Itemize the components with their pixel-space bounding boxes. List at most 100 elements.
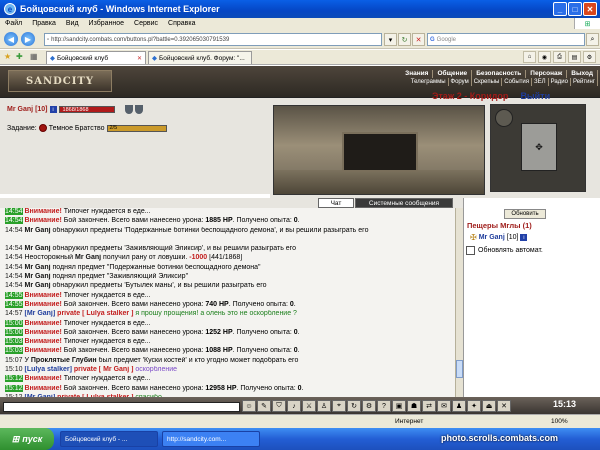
- player-name[interactable]: [Mr Ganj]: [24, 310, 55, 317]
- refresh-chat-icon[interactable]: ↻: [347, 400, 361, 412]
- sound-icon[interactable]: ♪: [287, 400, 301, 412]
- nav-rating[interactable]: Рейтинг: [571, 78, 598, 86]
- friends-icon[interactable]: ♟: [452, 400, 466, 412]
- nav-telegrams[interactable]: Телеграммы: [409, 78, 449, 86]
- player-name[interactable]: Mr Ganj: [24, 227, 50, 234]
- nav-radio[interactable]: Радио: [549, 78, 571, 86]
- favorites-star-icon[interactable]: ★: [4, 52, 11, 61]
- effect-helm-icon[interactable]: [134, 105, 143, 114]
- stop-icon[interactable]: ✕: [412, 33, 425, 46]
- message-text: Внимание!: [24, 384, 62, 392]
- taskbar-item-ie[interactable]: Бойцовский клуб - ...: [60, 431, 158, 447]
- hp-bar: 1868/1868: [58, 106, 115, 113]
- menu-tools[interactable]: Сервис: [129, 20, 163, 27]
- close-chat-icon[interactable]: ✕: [497, 400, 511, 412]
- menu-favorites[interactable]: Избранное: [84, 20, 129, 27]
- player-name[interactable]: Mr Ganj: [24, 273, 50, 280]
- minimize-button[interactable]: _: [553, 2, 567, 16]
- refresh-icon[interactable]: ↻: [398, 33, 411, 46]
- message-time: 14:54: [5, 263, 23, 271]
- player-name[interactable]: Mr Ganj: [24, 245, 50, 252]
- map-icon[interactable]: ⌖: [332, 400, 346, 412]
- forward-icon[interactable]: ▶: [21, 32, 35, 46]
- filter-icon[interactable]: ⛉: [272, 400, 286, 412]
- room-user-nick[interactable]: Mr Ganj: [479, 234, 505, 241]
- task-label: Задание:: [7, 124, 37, 132]
- tools-menu-icon[interactable]: ⚙: [583, 51, 596, 63]
- nav-forum[interactable]: Форум: [449, 78, 472, 86]
- home-icon[interactable]: ⌂: [523, 51, 536, 63]
- scrollbar-thumb[interactable]: [456, 360, 463, 378]
- feeds-icon[interactable]: ◉: [538, 51, 551, 63]
- page-menu-icon[interactable]: ▤: [568, 51, 581, 63]
- nav-scrolls[interactable]: Скрепыы: [472, 78, 503, 86]
- message-text: Внимание!: [24, 319, 62, 327]
- info-icon[interactable]: i: [49, 106, 57, 113]
- tab-list-icon[interactable]: ▦: [30, 52, 38, 61]
- player-name[interactable]: Проклятые Глубин: [31, 357, 97, 364]
- tab-combats[interactable]: ◆ Бойцовский клуб ✕: [46, 51, 146, 64]
- effect-shield-icon[interactable]: [124, 105, 133, 114]
- message-text: Внимание!: [24, 208, 62, 215]
- back-icon[interactable]: ◀: [4, 32, 18, 46]
- add-favorites-icon[interactable]: ✚: [16, 52, 23, 61]
- fight-icon[interactable]: ⚔: [302, 400, 316, 412]
- close-window-button[interactable]: ✕: [583, 2, 597, 16]
- corridor-view[interactable]: [273, 105, 485, 195]
- spells-icon[interactable]: ✦: [467, 400, 481, 412]
- message-text: обнаружил предметы 'Заживляющий Эликсир'…: [50, 245, 296, 253]
- settings-icon[interactable]: ⚙: [362, 400, 376, 412]
- player-nick[interactable]: Mr Ganj: [7, 106, 33, 113]
- help-icon[interactable]: ?: [377, 400, 391, 412]
- walk-icon[interactable]: ♙: [317, 400, 331, 412]
- movement-arrows-icon[interactable]: ✥: [521, 123, 557, 171]
- chat-message-input[interactable]: [3, 402, 240, 412]
- nav-events[interactable]: События: [502, 78, 533, 86]
- taskbar-item-ie2[interactable]: http://sandcity.com...: [162, 431, 260, 447]
- chat-scrollbar[interactable]: [455, 208, 463, 397]
- trade-icon[interactable]: ⇄: [422, 400, 436, 412]
- menu-help[interactable]: Справка: [163, 20, 200, 27]
- print-icon[interactable]: ⎙: [553, 51, 566, 63]
- player-name[interactable]: Mr Ganj: [24, 264, 50, 271]
- nav-knowledge[interactable]: Знания: [401, 70, 434, 78]
- eraser-icon[interactable]: ✎: [257, 400, 271, 412]
- message-time: 15:00: [5, 319, 23, 327]
- start-button[interactable]: ⊞ пуск: [0, 428, 54, 450]
- nav-communication[interactable]: Общение: [433, 70, 473, 78]
- auto-refresh-checkbox[interactable]: [466, 246, 475, 255]
- menu-edit[interactable]: Правка: [27, 20, 61, 27]
- mail-icon[interactable]: ✉: [437, 400, 451, 412]
- url-input[interactable]: ▫ http://sandcity.combats.com/buttons.pl…: [44, 33, 382, 46]
- menu-file[interactable]: Файл: [0, 20, 27, 27]
- exit-chat-icon[interactable]: ⏏: [482, 400, 496, 412]
- tab-chat[interactable]: Чат: [318, 198, 354, 208]
- search-input[interactable]: G Google: [427, 33, 585, 46]
- maximize-button[interactable]: □: [568, 2, 582, 16]
- tab-system-messages[interactable]: Системные сообщения: [355, 198, 453, 208]
- message-text: private [ Mr Ganj ]: [71, 366, 134, 374]
- dropdown-icon[interactable]: ▾: [384, 33, 397, 46]
- zoom-level[interactable]: 100%: [551, 418, 568, 425]
- nav-character[interactable]: Персонаж: [526, 70, 568, 78]
- exit-link[interactable]: Выйти: [520, 91, 550, 101]
- nav-exit[interactable]: Выход: [567, 70, 598, 78]
- message-text: Типочег нуждается в еде...: [61, 338, 151, 346]
- clan-chat-icon[interactable]: ☗: [407, 400, 421, 412]
- close-tab-icon[interactable]: ✕: [137, 55, 145, 62]
- search-icon[interactable]: ⌕: [586, 33, 599, 46]
- player-name[interactable]: Mr Ganj: [75, 254, 101, 261]
- inventory-icon[interactable]: ▣: [392, 400, 406, 412]
- compass-icon[interactable]: [495, 109, 513, 127]
- smile-icon[interactable]: ☺: [242, 400, 256, 412]
- menu-view[interactable]: Вид: [61, 20, 84, 27]
- info-icon[interactable]: i: [520, 234, 528, 241]
- tab-forum[interactable]: ◆ Бойцовский клуб. Форум: "...: [148, 51, 252, 64]
- nav-zel[interactable]: ЗЕЛ: [532, 78, 549, 86]
- refresh-button[interactable]: Обновить: [504, 209, 546, 219]
- task-name[interactable]: Темное Братство: [49, 125, 105, 132]
- player-name[interactable]: Mr Ganj: [24, 282, 50, 289]
- chat-message: 14:55 Внимание! Бой закончен. Всего вами…: [0, 300, 455, 310]
- nav-security[interactable]: Безопасность: [472, 70, 527, 78]
- player-name[interactable]: [Lulya stalker]: [24, 366, 71, 373]
